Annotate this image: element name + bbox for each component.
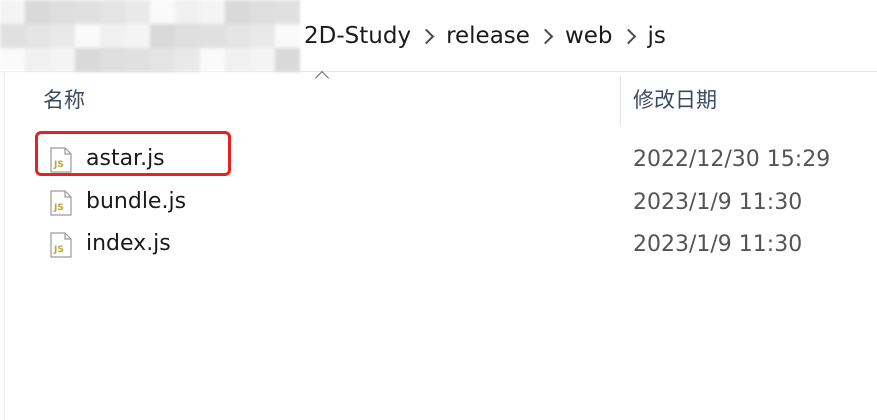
- column-header-name[interactable]: 名称: [43, 84, 85, 114]
- breadcrumb-item-release[interactable]: release: [446, 23, 530, 49]
- chevron-right-icon[interactable]: [537, 28, 554, 44]
- breadcrumb-item-web[interactable]: web: [565, 23, 613, 49]
- file-name[interactable]: bundle.js: [86, 189, 186, 214]
- file-row[interactable]: JS bundle.js 2023/1/9 11:30: [44, 183, 864, 223]
- chevron-right-icon[interactable]: [620, 28, 636, 44]
- breadcrumb-item-js[interactable]: js: [648, 23, 666, 49]
- svg-text:JS: JS: [53, 245, 64, 255]
- address-bar[interactable]: 2D-Study release web js: [0, 0, 877, 72]
- highlight-annotation-box: [35, 131, 231, 176]
- file-modified-date: 2023/1/9 11:30: [633, 232, 803, 257]
- file-name[interactable]: index.js: [86, 231, 171, 256]
- js-file-icon: JS: [50, 232, 72, 258]
- column-divider[interactable]: [620, 76, 621, 126]
- chevron-right-icon[interactable]: [418, 28, 435, 44]
- file-modified-date: 2023/1/9 11:30: [633, 190, 803, 215]
- breadcrumb: 2D-Study release web js: [304, 0, 666, 72]
- pane-divider: [4, 72, 5, 420]
- sort-ascending-icon: [314, 70, 330, 86]
- redacted-path-region: [0, 0, 300, 72]
- file-row[interactable]: JS index.js 2023/1/9 11:30: [44, 225, 864, 265]
- file-modified-date: 2022/12/30 15:29: [633, 147, 831, 172]
- breadcrumb-item-2d-study[interactable]: 2D-Study: [304, 23, 411, 49]
- column-header-modified[interactable]: 修改日期: [633, 84, 717, 114]
- svg-text:JS: JS: [53, 203, 64, 213]
- js-file-icon: JS: [50, 190, 72, 216]
